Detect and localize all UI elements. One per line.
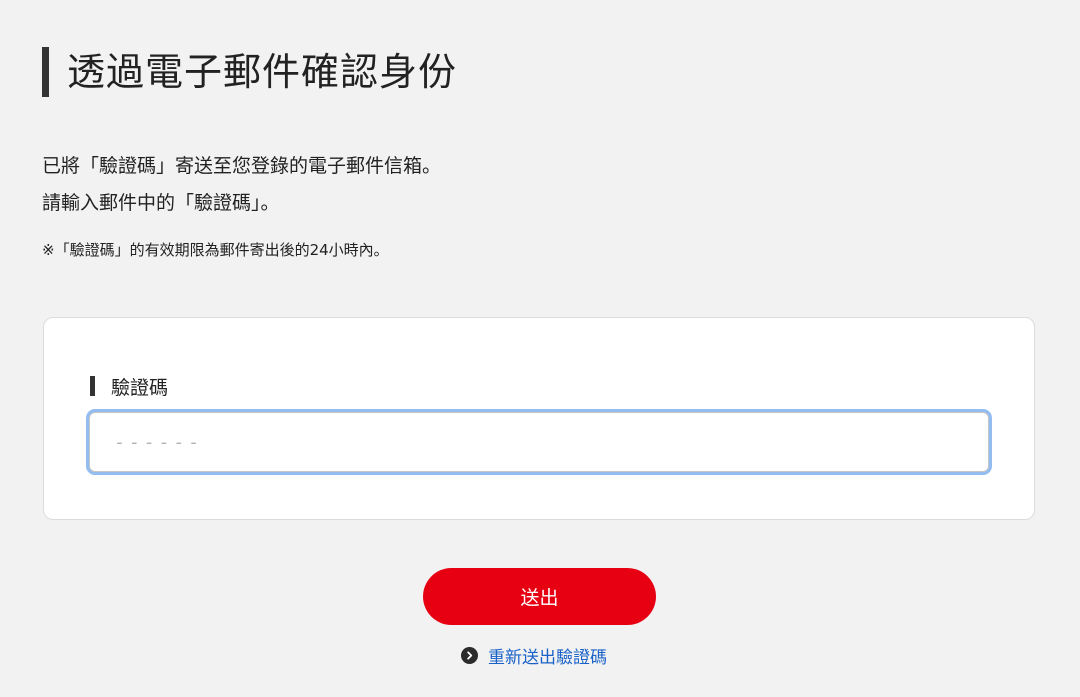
page-title: 透過電子郵件確認身份 (42, 44, 457, 100)
verification-code-input[interactable] (89, 412, 989, 472)
chevron-right-circle-icon (461, 647, 478, 664)
validity-note: ※「驗證碼」的有效期限為郵件寄出後的24小時內。 (42, 241, 389, 259)
title-accent-bar (42, 47, 49, 97)
resend-code-label: 重新送出驗證碼 (488, 648, 607, 668)
verification-card: 驗證碼 (43, 317, 1035, 520)
instruction-line-1: 已將「驗證碼」寄送至您登錄的電子郵件信箱。 (42, 155, 442, 177)
code-field-label-text: 驗證碼 (111, 376, 169, 399)
instruction-line-2: 請輸入郵件中的「驗證碼」。 (42, 192, 280, 214)
resend-code-link[interactable]: 重新送出驗證碼 (461, 643, 607, 668)
submit-button[interactable]: 送出 (423, 568, 656, 625)
instructions: 已將「驗證碼」寄送至您登錄的電子郵件信箱。 請輸入郵件中的「驗證碼」。 (42, 148, 441, 222)
code-field-label: 驗證碼 (90, 372, 168, 400)
page-title-text: 透過電子郵件確認身份 (67, 50, 458, 94)
label-accent-bar (90, 376, 95, 396)
